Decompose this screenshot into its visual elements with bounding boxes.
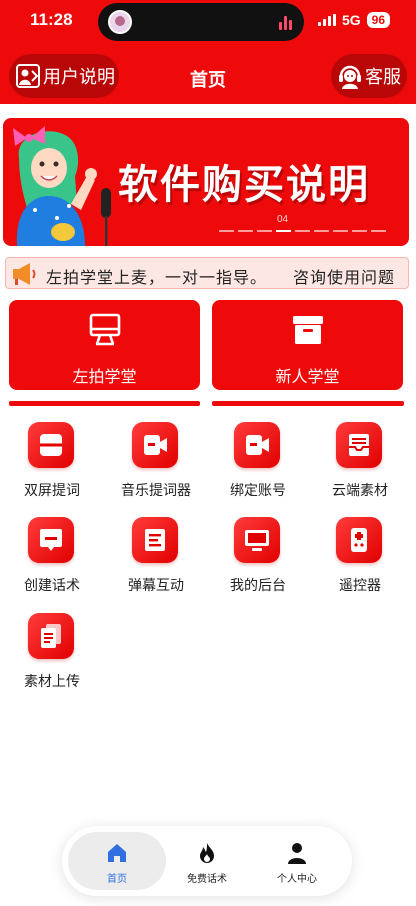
inbox-tray-icon — [336, 422, 382, 468]
grid-item-label: 弹幕互动 — [128, 578, 184, 594]
megaphone-icon — [13, 263, 36, 285]
home-icon — [108, 844, 126, 862]
grid-item-create-script[interactable]: 创建话术 — [2, 517, 102, 597]
banner-page-indicator: 04 — [277, 214, 289, 225]
carousel-dots — [219, 230, 386, 232]
status-time: 11:28 — [30, 10, 73, 29]
signal-icon — [317, 14, 336, 26]
bottom-tab-bar: 首页 免费话术 个人中心 — [62, 826, 352, 896]
customer-service-label: 客服 — [365, 67, 401, 88]
grid-item-label: 素材上传 — [24, 674, 80, 690]
grid-item-label: 音乐提词器 — [121, 483, 191, 499]
user-icon — [288, 843, 306, 864]
tab-profile[interactable]: 个人中心 — [248, 832, 346, 890]
tab-home[interactable]: 首页 — [68, 832, 166, 890]
split-screen-icon — [28, 422, 74, 468]
card-divider — [212, 401, 404, 406]
audio-bars-icon — [279, 14, 292, 30]
avatar — [108, 10, 132, 34]
grid-item-my-backend[interactable]: 我的后台 — [208, 517, 308, 597]
grid-item-label: 云端素材 — [332, 483, 388, 499]
top-header: 11:28 5G 96 用户说明 首页 客服 — [0, 0, 416, 104]
banner-title: 软件购买说明 — [118, 162, 370, 208]
grid-item-label: 我的后台 — [230, 578, 286, 594]
zuopai-academy-card[interactable]: 左拍学堂 — [9, 300, 200, 390]
notice-marquee[interactable]: 左拍学堂上麦，一对一指导。 咨询使用问题 — [5, 257, 409, 289]
upload-files-icon — [28, 613, 74, 659]
archive-box-icon — [293, 316, 323, 344]
monitor-icon — [89, 313, 121, 346]
network-type: 5G — [341, 12, 361, 28]
desktop-icon — [234, 517, 280, 563]
girl-illustration — [13, 126, 111, 246]
tab-label: 个人中心 — [277, 874, 317, 885]
notice-text: 左拍学堂上麦，一对一指导。 咨询使用问题 — [46, 268, 396, 287]
card-label: 新人学堂 — [275, 367, 340, 386]
status-indicators: 5G 96 — [317, 12, 390, 28]
customer-service-button[interactable]: 客服 — [331, 54, 407, 98]
fire-icon — [200, 843, 214, 863]
card-label: 左拍学堂 — [72, 367, 137, 386]
tab-label: 首页 — [107, 874, 127, 885]
grid-item-label: 遥控器 — [339, 578, 381, 594]
promo-banner[interactable]: 软件购买说明 04 — [3, 118, 409, 246]
newcomer-academy-card[interactable]: 新人学堂 — [212, 300, 403, 390]
card-divider — [9, 401, 200, 406]
customer-service-icon — [339, 65, 361, 89]
grid-item-label: 创建话术 — [24, 578, 80, 594]
chat-bubble-icon — [28, 517, 74, 563]
grid-item-bind-account[interactable]: 绑定账号 — [208, 422, 308, 502]
grid-item-music-prompter[interactable]: 音乐提词器 — [106, 422, 206, 502]
battery-level: 96 — [366, 12, 390, 28]
dynamic-island — [98, 3, 304, 41]
tab-free-scripts[interactable]: 免费话术 — [158, 832, 256, 890]
grid-item-label: 绑定账号 — [230, 483, 286, 499]
grid-item-cloud-assets[interactable]: 云端素材 — [310, 422, 410, 502]
grid-item-upload-assets[interactable]: 素材上传 — [2, 613, 102, 693]
grid-item-danmaku[interactable]: 弹幕互动 — [106, 517, 206, 597]
tab-label: 免费话术 — [187, 874, 227, 885]
list-document-icon — [132, 517, 178, 563]
video-camera-icon — [132, 422, 178, 468]
grid-item-dual-screen[interactable]: 双屏提词 — [2, 422, 102, 502]
grid-item-label: 双屏提词 — [24, 483, 80, 499]
grid-item-remote-control[interactable]: 遥控器 — [310, 517, 410, 597]
remote-control-icon — [336, 517, 382, 563]
video-camera-icon — [234, 422, 280, 468]
